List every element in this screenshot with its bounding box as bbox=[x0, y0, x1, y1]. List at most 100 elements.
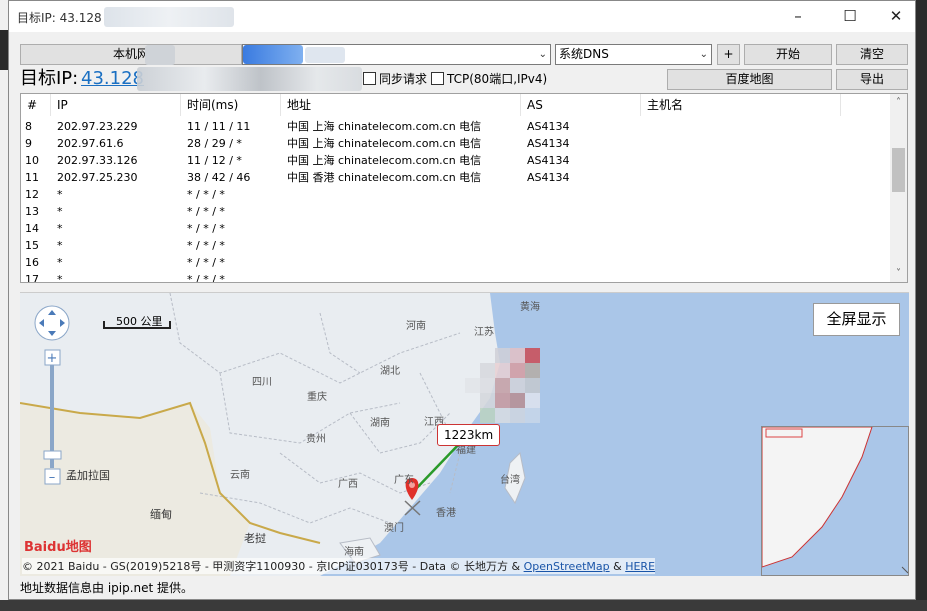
table-cell: 12 bbox=[25, 188, 39, 201]
table-row[interactable]: 16 * * / * / * bbox=[21, 254, 891, 271]
table-cell: 202.97.33.126 bbox=[57, 154, 138, 167]
map-label: 老挝 bbox=[244, 532, 266, 545]
close-icon[interactable]: ✕ bbox=[873, 1, 919, 32]
table-row[interactable]: 12 * * / * / * bbox=[21, 186, 891, 203]
sync-request-checkbox[interactable]: 同步请求 bbox=[363, 72, 427, 86]
map-label: 江苏 bbox=[474, 327, 494, 338]
column-header[interactable]: IP bbox=[51, 94, 181, 116]
attribution-text: © 2021 Baidu - GS(2019)5218号 - 甲测资字11009… bbox=[22, 560, 524, 573]
column-header[interactable]: 地址 bbox=[281, 94, 521, 116]
overview-canvas bbox=[762, 427, 908, 575]
table-row[interactable]: 15 * * / * / * bbox=[21, 237, 891, 254]
distance-label: 1223km bbox=[437, 424, 501, 446]
map-label: 贵州 bbox=[306, 434, 326, 445]
table-cell: AS4134 bbox=[527, 137, 570, 150]
local-network-button[interactable]: 本机网 bbox=[20, 44, 242, 65]
fullscreen-button[interactable]: 全屏显示 bbox=[813, 303, 900, 336]
table-cell: 10 bbox=[25, 154, 39, 167]
redacted-block bbox=[137, 67, 362, 91]
here-link[interactable]: HERE bbox=[625, 560, 655, 573]
table-row[interactable]: 10 202.97.33.126 11 / 12 / * 中国 上海 chinatel… bbox=[21, 152, 891, 169]
scroll-up-icon[interactable]: ˄ bbox=[890, 94, 907, 111]
table-cell: * / * / * bbox=[187, 256, 225, 269]
export-button[interactable]: 导出 bbox=[836, 69, 908, 90]
table-cell: * bbox=[57, 188, 63, 201]
clear-button[interactable]: 清空 bbox=[836, 44, 908, 65]
table-row[interactable]: 14 * * / * / * bbox=[21, 220, 891, 237]
table-cell: 11 bbox=[25, 171, 39, 184]
table-row[interactable]: 13 * * / * / * bbox=[21, 203, 891, 220]
table-cell: AS4134 bbox=[527, 171, 570, 184]
table-cell: 9 bbox=[25, 137, 32, 150]
table-row[interactable]: 9 202.97.61.6 28 / 29 / * 中国 上海 chinateleco… bbox=[21, 135, 891, 152]
title-bar[interactable]: 目标IP: 43.128 – ☐ ✕ bbox=[9, 1, 915, 32]
tcp-label: TCP(80端口,IPv4) bbox=[447, 72, 548, 86]
column-header[interactable]: # bbox=[21, 94, 51, 116]
baidu-logo: Baidu地图 bbox=[24, 536, 92, 555]
tcp-checkbox[interactable]: TCP(80端口,IPv4) bbox=[431, 72, 547, 86]
minimize-icon[interactable]: – bbox=[775, 1, 821, 32]
osm-link[interactable]: OpenStreetMap bbox=[524, 560, 610, 573]
map-label: 黄海 bbox=[520, 302, 540, 313]
pan-control-icon[interactable] bbox=[34, 305, 70, 341]
svg-text:+: + bbox=[47, 351, 58, 366]
baidu-map-label: 百度地图 bbox=[725, 72, 774, 86]
hops-table[interactable]: # IP 时间(ms) 地址 AS 主机名 8 202.97.23.229 11 /… bbox=[20, 93, 908, 283]
traceroute-window: 目标IP: 43.128 – ☐ ✕ 本机网 ⌄ 系统DNS ⌄ + 开始 清空… bbox=[8, 0, 916, 600]
table-cell: 11 / 12 / * bbox=[187, 154, 242, 167]
scroll-thumb[interactable] bbox=[892, 148, 905, 192]
table-row[interactable]: 11 202.97.25.230 38 / 42 / 46 中国 香港 chinate… bbox=[21, 169, 891, 186]
table-cell: * / * / * bbox=[187, 188, 225, 201]
maximize-icon[interactable]: ☐ bbox=[827, 1, 873, 32]
table-cell: * bbox=[57, 239, 63, 252]
dns-select[interactable]: 系统DNS ⌄ bbox=[555, 44, 712, 65]
map-scale: 500 公里 bbox=[116, 315, 163, 328]
footer-text: 地址数据信息由 ipip.net 提供。 bbox=[20, 581, 194, 595]
table-cell: * bbox=[57, 273, 63, 283]
map-label: 广东 bbox=[394, 475, 414, 486]
sync-request-label: 同步请求 bbox=[379, 72, 428, 86]
chevron-down-icon[interactable]: ⌄ bbox=[700, 45, 708, 64]
column-header[interactable]: AS bbox=[521, 94, 641, 116]
table-cell: 11 / 11 / 11 bbox=[187, 120, 251, 133]
map-overview[interactable] bbox=[761, 426, 909, 576]
redacted-block bbox=[145, 45, 175, 65]
table-cell: * / * / * bbox=[187, 273, 225, 283]
start-label: 开始 bbox=[775, 47, 800, 61]
desktop-background-bottom bbox=[0, 600, 927, 611]
redacted-block bbox=[243, 45, 303, 64]
baidu-map[interactable]: + – 500 公里 黄海 河南 江苏 四川 湖北 重庆 贵州 湖南 江西 福建… bbox=[20, 292, 909, 576]
checkbox-box[interactable] bbox=[431, 72, 444, 85]
table-cell: 17 bbox=[25, 273, 39, 283]
table-cell: 8 bbox=[25, 120, 32, 133]
target-ip-link[interactable]: 43.128 bbox=[81, 68, 144, 90]
baidu-map-button[interactable]: 百度地图 bbox=[667, 69, 832, 90]
map-attribution: © 2021 Baidu - GS(2019)5218号 - 甲测资字11009… bbox=[22, 558, 656, 574]
column-header[interactable]: 主机名 bbox=[641, 94, 841, 116]
checkbox-box[interactable] bbox=[363, 72, 376, 85]
table-scrollbar[interactable]: ˄ ˅ bbox=[890, 94, 907, 282]
table-row[interactable]: 17 * * / * / * bbox=[21, 271, 891, 283]
table-cell: 202.97.25.230 bbox=[57, 171, 138, 184]
map-label: 云南 bbox=[230, 470, 250, 481]
table-cell: 15 bbox=[25, 239, 39, 252]
scroll-down-icon[interactable]: ˅ bbox=[890, 265, 907, 282]
add-button[interactable]: + bbox=[717, 44, 740, 65]
table-cell: * bbox=[57, 256, 63, 269]
chevron-down-icon[interactable]: ⌄ bbox=[539, 45, 547, 64]
table-cell: 202.97.61.6 bbox=[57, 137, 124, 150]
add-label: + bbox=[723, 47, 734, 61]
map-label: 孟加拉国 bbox=[66, 469, 110, 482]
redacted-block bbox=[305, 47, 345, 63]
target-input[interactable]: ⌄ bbox=[242, 44, 551, 65]
table-cell: 中国 上海 chinatelecom.com.cn 电信 bbox=[287, 137, 482, 150]
baidu-logo-text: Baidu地图 bbox=[24, 540, 92, 555]
start-button[interactable]: 开始 bbox=[744, 44, 832, 65]
export-label: 导出 bbox=[859, 72, 884, 86]
column-header[interactable]: 时间(ms) bbox=[181, 94, 281, 116]
redacted-block bbox=[104, 7, 234, 27]
table-cell: 16 bbox=[25, 256, 39, 269]
window-title: 目标IP: 43.128 bbox=[17, 11, 102, 25]
table-row[interactable]: 8 202.97.23.229 11 / 11 / 11 中国 上海 chinatel… bbox=[21, 118, 891, 135]
table-cell: 中国 香港 chinatelecom.com.cn 电信 bbox=[287, 171, 482, 184]
